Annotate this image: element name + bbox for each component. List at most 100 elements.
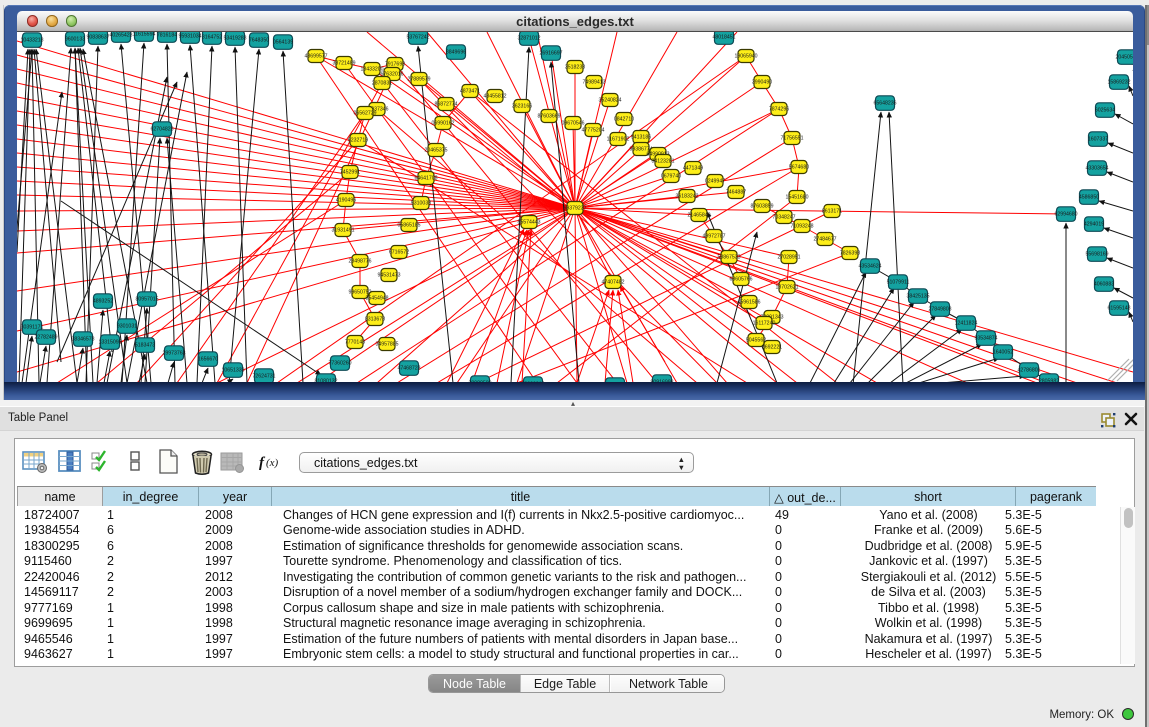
svg-text:09670546: 09670546 (561, 120, 584, 126)
svg-text:5045562: 5045562 (746, 337, 766, 343)
svg-text:7874296: 7874296 (769, 106, 789, 112)
svg-text:f: f (259, 455, 266, 471)
svg-text:34957885: 34957885 (375, 341, 398, 347)
svg-text:13315098: 13315098 (98, 339, 121, 345)
svg-text:5674680: 5674680 (789, 164, 809, 170)
svg-text:7452991: 7452991 (340, 169, 360, 175)
svg-text:20450533: 20450533 (1115, 54, 1133, 60)
svg-text:47468723: 47468723 (397, 365, 420, 371)
svg-text:48018451: 48018451 (712, 34, 735, 40)
svg-text:77360260: 77360260 (328, 360, 351, 366)
svg-text:11671902: 11671902 (607, 136, 630, 142)
svg-text:2870831: 2870831 (372, 80, 392, 86)
svg-text:90838637: 90838637 (86, 34, 109, 40)
svg-text:4190496: 4190496 (336, 197, 356, 203)
svg-text:3164752: 3164752 (202, 34, 222, 40)
svg-text:4586850: 4586850 (1079, 194, 1099, 200)
svg-text:5183473: 5183473 (135, 342, 155, 348)
svg-text:42786801: 42786801 (1017, 367, 1040, 373)
svg-text:(x): (x) (266, 457, 279, 469)
svg-text:47407482: 47407482 (601, 279, 624, 285)
svg-text:4060883: 4060883 (1094, 281, 1114, 287)
svg-text:18702621: 18702621 (775, 284, 798, 290)
svg-text:7648350: 7648350 (249, 37, 269, 43)
svg-text:49972787: 49972787 (702, 233, 725, 239)
svg-text:86872774: 86872774 (434, 101, 457, 107)
svg-text:53767242: 53767242 (406, 34, 429, 40)
svg-text:62704828: 62704828 (150, 126, 173, 132)
svg-text:87603669: 87603669 (537, 113, 560, 119)
svg-text:95931034: 95931034 (178, 33, 201, 39)
svg-text:1656670: 1656670 (198, 356, 218, 362)
svg-text:7917693: 7917693 (385, 61, 405, 67)
svg-text:71093248: 71093248 (790, 223, 813, 229)
svg-text:28498776: 28498776 (348, 258, 371, 264)
svg-text:4893252: 4893252 (93, 298, 113, 304)
svg-text:80957015: 80957015 (135, 296, 158, 302)
svg-text:70348247: 70348247 (772, 214, 795, 220)
svg-text:27484677: 27484677 (813, 236, 836, 242)
svg-text:3623166: 3623166 (512, 103, 532, 109)
svg-text:29973763: 29973763 (162, 350, 185, 356)
svg-text:0679740: 0679740 (661, 173, 681, 179)
svg-text:4873471: 4873471 (460, 88, 480, 94)
svg-text:16117240: 16117240 (753, 320, 776, 326)
svg-text:26916697: 26916697 (539, 50, 562, 56)
svg-text:06562729: 06562729 (353, 110, 376, 116)
svg-text:20465375: 20465375 (424, 147, 447, 153)
svg-text:05865185: 05865185 (397, 222, 420, 228)
svg-text:7816184: 7816184 (157, 32, 177, 38)
svg-text:3518233: 3518233 (565, 64, 585, 70)
svg-text:06990162: 06990162 (431, 120, 454, 126)
svg-text:9600133: 9600133 (65, 36, 85, 42)
svg-text:38346578: 38346578 (71, 336, 94, 342)
svg-text:71756551: 71756551 (780, 135, 803, 141)
svg-text:27889579: 27889579 (407, 76, 430, 82)
svg-text:10433218: 10433218 (20, 37, 43, 43)
svg-text:53419283: 53419283 (223, 35, 246, 41)
svg-text:62994680: 62994680 (1054, 211, 1077, 217)
svg-text:9232719: 9232719 (348, 137, 368, 143)
svg-text:0564139: 0564139 (273, 39, 293, 45)
svg-text:1607337: 1607337 (1088, 136, 1108, 142)
svg-text:64641708: 64641708 (414, 175, 437, 181)
svg-text:45961586: 45961586 (737, 299, 760, 305)
svg-text:27849808: 27849808 (928, 306, 951, 312)
svg-text:22782489: 22782489 (34, 334, 57, 340)
svg-text:3990490: 3990490 (752, 79, 772, 85)
svg-text:74989413: 74989413 (582, 79, 605, 85)
svg-text:15869232: 15869232 (1107, 79, 1130, 85)
svg-text:55698169: 55698169 (1085, 251, 1108, 257)
svg-text:32871012: 32871012 (517, 35, 540, 41)
svg-text:5310033: 5310033 (411, 200, 431, 206)
svg-text:51079911: 51079911 (887, 279, 910, 285)
svg-text:31931491: 31931491 (331, 227, 354, 233)
svg-text:1640052: 1640052 (993, 349, 1013, 355)
svg-text:36183242: 36183242 (675, 193, 698, 199)
svg-text:85574443: 85574443 (517, 219, 540, 225)
svg-text:8613171: 8613171 (822, 208, 842, 214)
svg-text:38721489: 38721489 (332, 60, 355, 66)
svg-text:21465840: 21465840 (687, 212, 710, 218)
svg-text:93534874: 93534874 (974, 335, 997, 341)
svg-text:43534624: 43534624 (858, 263, 881, 269)
svg-text:35240824: 35240824 (598, 97, 621, 103)
svg-text:9413186: 9413186 (631, 134, 651, 140)
svg-text:8849696: 8849696 (446, 49, 466, 55)
svg-text:69379237: 69379237 (563, 205, 586, 211)
svg-text:58867533: 58867533 (717, 254, 740, 260)
svg-text:7464887: 7464887 (726, 189, 746, 195)
svg-text:65648236: 65648236 (873, 100, 896, 106)
svg-text:8692221: 8692221 (762, 344, 782, 350)
svg-text:19065940: 19065940 (734, 53, 757, 59)
svg-text:63605766: 63605766 (729, 276, 752, 282)
svg-text:12411824: 12411824 (955, 320, 978, 326)
svg-text:4471349: 4471349 (683, 165, 703, 171)
svg-text:10651333: 10651333 (221, 367, 244, 373)
svg-text:61595148: 61595148 (1107, 305, 1130, 311)
svg-text:7770143: 7770143 (345, 339, 365, 345)
svg-text:27028951: 27028951 (777, 254, 800, 260)
svg-text:43699577: 43699577 (304, 53, 327, 59)
svg-text:0842710: 0842710 (614, 116, 634, 122)
svg-text:38425135: 38425135 (906, 293, 929, 299)
